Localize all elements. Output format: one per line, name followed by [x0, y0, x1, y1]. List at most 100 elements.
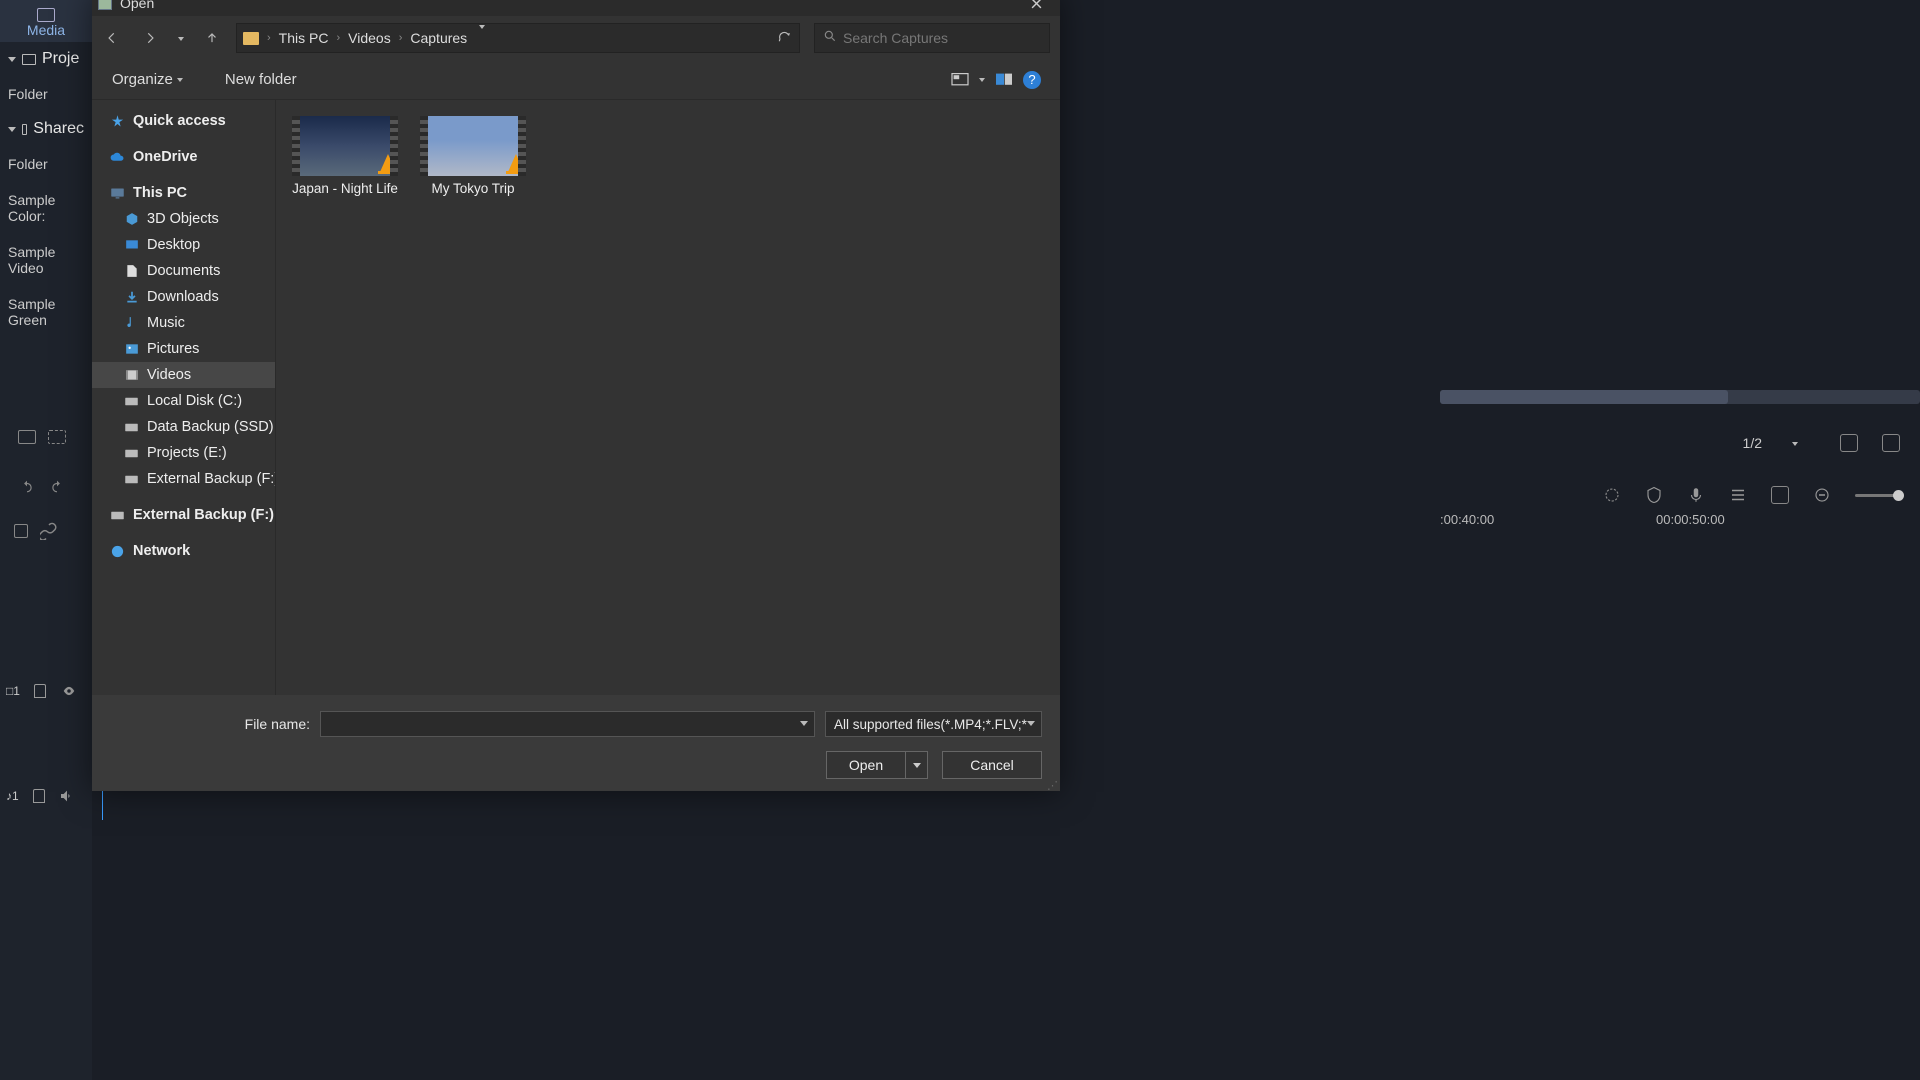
view-mode-caret[interactable]: [974, 68, 990, 92]
tree-network[interactable]: Network: [92, 538, 275, 564]
color-wheel-icon[interactable]: [1603, 486, 1621, 504]
import-folder-icon[interactable]: [18, 430, 36, 444]
import-file-icon[interactable]: [48, 430, 66, 444]
vlc-icon: [506, 154, 526, 176]
tree-downloads[interactable]: Downloads: [92, 284, 275, 310]
mic-icon[interactable]: [1687, 486, 1705, 504]
file-item[interactable]: Japan - Night Life: [290, 114, 400, 200]
tree-videos[interactable]: Videos: [92, 362, 275, 388]
disk-icon: [124, 446, 139, 461]
lock-icon[interactable]: [33, 789, 45, 803]
page-caret-icon[interactable]: [1792, 442, 1798, 446]
snapshot-icon[interactable]: [1882, 434, 1900, 452]
video-track-header: □1: [6, 684, 78, 698]
timecode-1: 00:00:50:00: [1656, 512, 1725, 527]
cube-icon: [124, 212, 139, 227]
refresh-button[interactable]: [769, 29, 799, 48]
tree-pictures[interactable]: Pictures: [92, 336, 275, 362]
fullscreen-icon[interactable]: [1840, 434, 1858, 452]
tree-external-2[interactable]: External Backup (F:): [92, 502, 275, 528]
link-icon[interactable]: [40, 522, 58, 540]
caret-down-icon: [8, 127, 16, 132]
folder-label-2: Folder: [0, 146, 92, 182]
tree-quick-access[interactable]: Quick access: [92, 108, 275, 134]
filetype-filter[interactable]: All supported files(*.MP4;*.FLV;*: [825, 711, 1042, 737]
documents-icon: [124, 264, 139, 279]
tree-desktop[interactable]: Desktop: [92, 232, 275, 258]
breadcrumb-item[interactable]: Videos: [346, 28, 393, 48]
new-folder-button[interactable]: New folder: [219, 67, 303, 92]
project-label: Proje: [42, 50, 79, 68]
star-icon: [110, 114, 125, 129]
shield-icon[interactable]: [1645, 486, 1663, 504]
file-item[interactable]: My Tokyo Trip: [418, 114, 528, 200]
dialog-body: Quick access OneDrive This PC 3D Objects…: [92, 100, 1060, 695]
open-dropdown[interactable]: [906, 751, 928, 779]
nav-back-button[interactable]: [98, 24, 126, 52]
redo-icon[interactable]: [48, 480, 66, 494]
tree-data-backup[interactable]: Data Backup (SSD): [92, 414, 275, 440]
desktop-icon: [124, 238, 139, 253]
bg-item-2[interactable]: Sample Green: [0, 286, 92, 338]
project-row[interactable]: Proje: [0, 42, 92, 76]
tree-this-pc[interactable]: This PC: [92, 180, 275, 206]
tree-music[interactable]: Music: [92, 310, 275, 336]
dialog-title: Open: [120, 0, 1018, 11]
address-bar[interactable]: › This PC › Videos › Captures: [236, 23, 800, 53]
shared-row[interactable]: Sharec: [0, 112, 92, 146]
view-mode-button[interactable]: [946, 68, 974, 92]
undo-icon[interactable]: [18, 480, 36, 494]
zoom-out-icon[interactable]: [1813, 486, 1831, 504]
attach-icons: [14, 522, 58, 540]
tree-local-disk-c[interactable]: Local Disk (C:): [92, 388, 275, 414]
filename-input[interactable]: [320, 711, 815, 737]
search-input[interactable]: Search Captures: [814, 23, 1050, 53]
breadcrumb-item[interactable]: This PC: [277, 28, 331, 48]
shared-label: Sharec: [33, 120, 84, 138]
vlc-icon: [378, 154, 398, 176]
breadcrumb-item[interactable]: Captures: [408, 28, 469, 48]
editor-sidebar: Media Proje Folder Sharec Folder Sample …: [0, 0, 92, 1080]
tree-3d-objects[interactable]: 3D Objects: [92, 206, 275, 232]
address-caret[interactable]: [471, 29, 493, 47]
nav-up-button[interactable]: [198, 24, 226, 52]
bg-item-0[interactable]: Sample Color:: [0, 182, 92, 234]
lock-icon[interactable]: [34, 684, 46, 698]
dialog-toolbar: Organize New folder ?: [92, 60, 1060, 100]
preview-pane-button[interactable]: [990, 68, 1018, 92]
record-icon[interactable]: [1771, 486, 1789, 504]
preview-scrollbar[interactable]: { }: [1440, 390, 1920, 404]
list-icon[interactable]: [1729, 486, 1747, 504]
eye-icon[interactable]: [60, 684, 78, 698]
open-button[interactable]: Open: [826, 751, 906, 779]
tree-projects-e[interactable]: Projects (E:): [92, 440, 275, 466]
file-list[interactable]: Japan - Night Life My Tokyo Trip: [276, 100, 1060, 695]
organize-button[interactable]: Organize: [106, 67, 189, 92]
nav-tree: Quick access OneDrive This PC 3D Objects…: [92, 100, 276, 695]
bg-item-1[interactable]: Sample Video: [0, 234, 92, 286]
tree-onedrive[interactable]: OneDrive: [92, 144, 275, 170]
disk-icon: [124, 420, 139, 435]
close-button[interactable]: [1018, 0, 1054, 13]
caret-down-icon[interactable]: [800, 721, 808, 726]
tree-external-f[interactable]: External Backup (F:): [92, 466, 275, 492]
help-button[interactable]: ?: [1018, 68, 1046, 92]
chevron-right-icon[interactable]: ›: [336, 32, 340, 44]
snap-icon[interactable]: [14, 524, 28, 538]
video-thumbnail: [292, 116, 398, 176]
chevron-right-icon[interactable]: ›: [399, 32, 403, 44]
tree-documents[interactable]: Documents: [92, 258, 275, 284]
media-tab[interactable]: Media: [0, 0, 92, 42]
cancel-button[interactable]: Cancel: [942, 751, 1042, 779]
video-track-icon: □1: [6, 684, 20, 698]
zoom-slider[interactable]: [1855, 494, 1900, 497]
dialog-titlebar: Open: [92, 0, 1060, 16]
speaker-icon[interactable]: [59, 788, 75, 804]
caret-down-icon: [1027, 721, 1035, 726]
timeline-ruler[interactable]: :00:40:00 00:00:50:00: [1440, 514, 1920, 532]
video-thumbnail: [420, 116, 526, 176]
nav-history-button[interactable]: [174, 24, 188, 52]
resize-grip[interactable]: ⋰: [1047, 784, 1058, 789]
chevron-right-icon[interactable]: ›: [267, 32, 271, 44]
nav-forward-button[interactable]: [136, 24, 164, 52]
